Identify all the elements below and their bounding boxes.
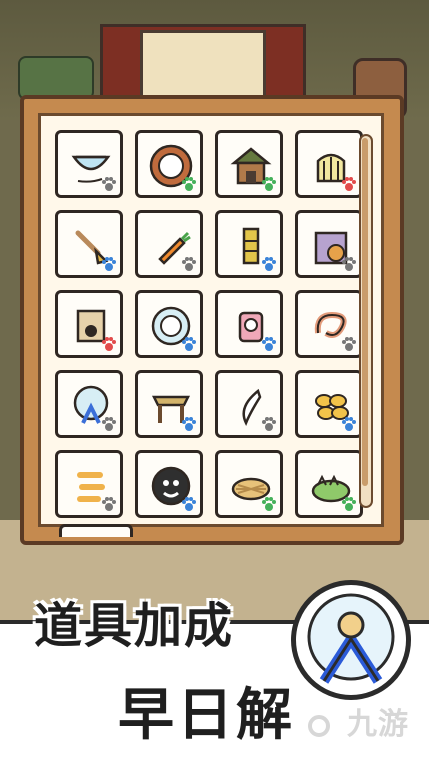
paw-icon [342, 257, 356, 271]
item-slot-cat-in-bag[interactable] [295, 210, 363, 278]
promo-title: 道具加成 [34, 598, 235, 654]
item-slot-bird-cage[interactable] [295, 130, 363, 198]
item-slot-hamster-wheel[interactable] [55, 370, 123, 438]
item-slot-sheep-plate[interactable] [135, 290, 203, 358]
inventory-grid [55, 130, 363, 518]
paw-icon [182, 417, 196, 431]
item-slot-ghost-plate[interactable] [135, 450, 203, 518]
item-slot-rope[interactable] [295, 290, 363, 358]
paw-icon [102, 257, 116, 271]
item-slot-shovel[interactable] [55, 210, 123, 278]
watermark-text: 九游 [347, 707, 409, 742]
paw-icon [102, 497, 116, 511]
promo-subtitle: 早日解 [118, 683, 295, 748]
paw-icon [342, 177, 356, 191]
item-slot-grass[interactable] [295, 450, 363, 518]
inventory-scrollbar[interactable] [359, 134, 373, 508]
paw-icon [262, 177, 276, 191]
item-slot-plate[interactable] [135, 130, 203, 198]
item-slot-wooden-house[interactable] [215, 130, 283, 198]
paw-icon [342, 417, 356, 431]
paw-icon [102, 177, 116, 191]
paw-icon [342, 337, 356, 351]
paw-icon [102, 417, 116, 431]
paw-icon [262, 417, 276, 431]
planter-decoration [18, 56, 94, 100]
hamster-wheel-icon [291, 580, 411, 700]
inventory-panel-inner [38, 113, 384, 537]
paw-icon [262, 337, 276, 351]
inventory-next-row-peek [59, 524, 133, 537]
item-slot-bamboo[interactable] [215, 210, 283, 278]
inventory-panel [20, 95, 404, 545]
paw-icon [182, 497, 196, 511]
item-slot-scroll[interactable] [55, 290, 123, 358]
item-slot-shrimp[interactable] [55, 450, 123, 518]
inventory-scroll-thumb[interactable] [362, 138, 368, 486]
item-slot-carrot[interactable] [135, 210, 203, 278]
paw-icon [342, 497, 356, 511]
paw-icon [182, 337, 196, 351]
item-slot-straw-nest[interactable] [215, 450, 283, 518]
item-slot-tooth[interactable] [215, 370, 283, 438]
item-slot-gacha[interactable] [215, 290, 283, 358]
item-slot-snacks[interactable] [295, 370, 363, 438]
watermark-logo-icon [307, 714, 330, 737]
item-slot-bowl[interactable] [55, 130, 123, 198]
paw-icon [102, 337, 116, 351]
paw-icon [182, 177, 196, 191]
item-slot-straw-table[interactable] [135, 370, 203, 438]
watermark: 九游 [307, 699, 409, 743]
paw-icon [262, 497, 276, 511]
paw-icon [182, 257, 196, 271]
paw-icon [262, 257, 276, 271]
